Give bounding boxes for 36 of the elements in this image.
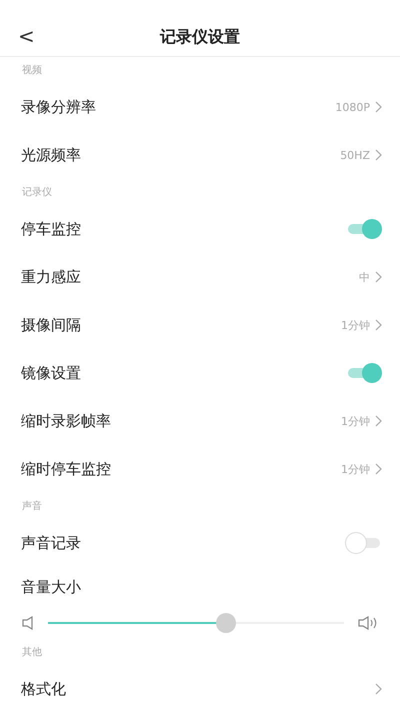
setting-value[interactable]: 1080P xyxy=(335,100,382,114)
slider-thumb[interactable] xyxy=(216,613,236,633)
section-title: 视频 xyxy=(22,64,42,77)
chevron-right-icon xyxy=(375,683,382,695)
setting-label: 音量大小 xyxy=(21,578,81,596)
setting-label: 镜像设置 xyxy=(21,364,81,382)
chevron-right-icon xyxy=(375,271,382,283)
setting-label: 声音记录 xyxy=(21,534,81,552)
setting-label: 重力感应 xyxy=(21,268,81,286)
section-title: 其他 xyxy=(22,646,42,659)
setting-label: 摄像间隔 xyxy=(21,316,81,334)
chevron-right-icon xyxy=(375,463,382,475)
section-title: 记录仪 xyxy=(22,186,52,199)
back-button[interactable]: < xyxy=(18,22,35,50)
setting-label[interactable]: 格式化 xyxy=(21,680,66,698)
setting-label: 光源频率 xyxy=(21,146,81,164)
toggle-switch[interactable] xyxy=(346,363,382,383)
toggle-switch[interactable] xyxy=(346,533,382,553)
setting-value[interactable]: 1分钟 xyxy=(341,318,382,332)
setting-label: 录像分辨率 xyxy=(21,98,96,116)
chevron-right-icon xyxy=(375,101,382,113)
setting-label: 停车监控 xyxy=(21,220,81,238)
chevron-right-icon xyxy=(375,415,382,427)
section-title: 声音 xyxy=(22,500,42,513)
setting-label: 缩时录影帧率 xyxy=(21,412,111,430)
setting-value[interactable]: 中 xyxy=(359,270,382,284)
chevron-right-icon xyxy=(375,319,382,331)
setting-value[interactable]: 50HZ xyxy=(340,148,382,162)
volume-low-icon xyxy=(22,616,34,630)
page-title: 记录仪设置 xyxy=(160,26,240,48)
chevron-right-icon xyxy=(375,149,382,161)
setting-value[interactable]: 1分钟 xyxy=(341,414,382,428)
setting-value[interactable]: 1分钟 xyxy=(341,462,382,476)
toggle-switch[interactable] xyxy=(346,219,382,239)
volume-high-icon xyxy=(358,616,378,630)
setting-label: 缩时停车监控 xyxy=(21,460,111,478)
